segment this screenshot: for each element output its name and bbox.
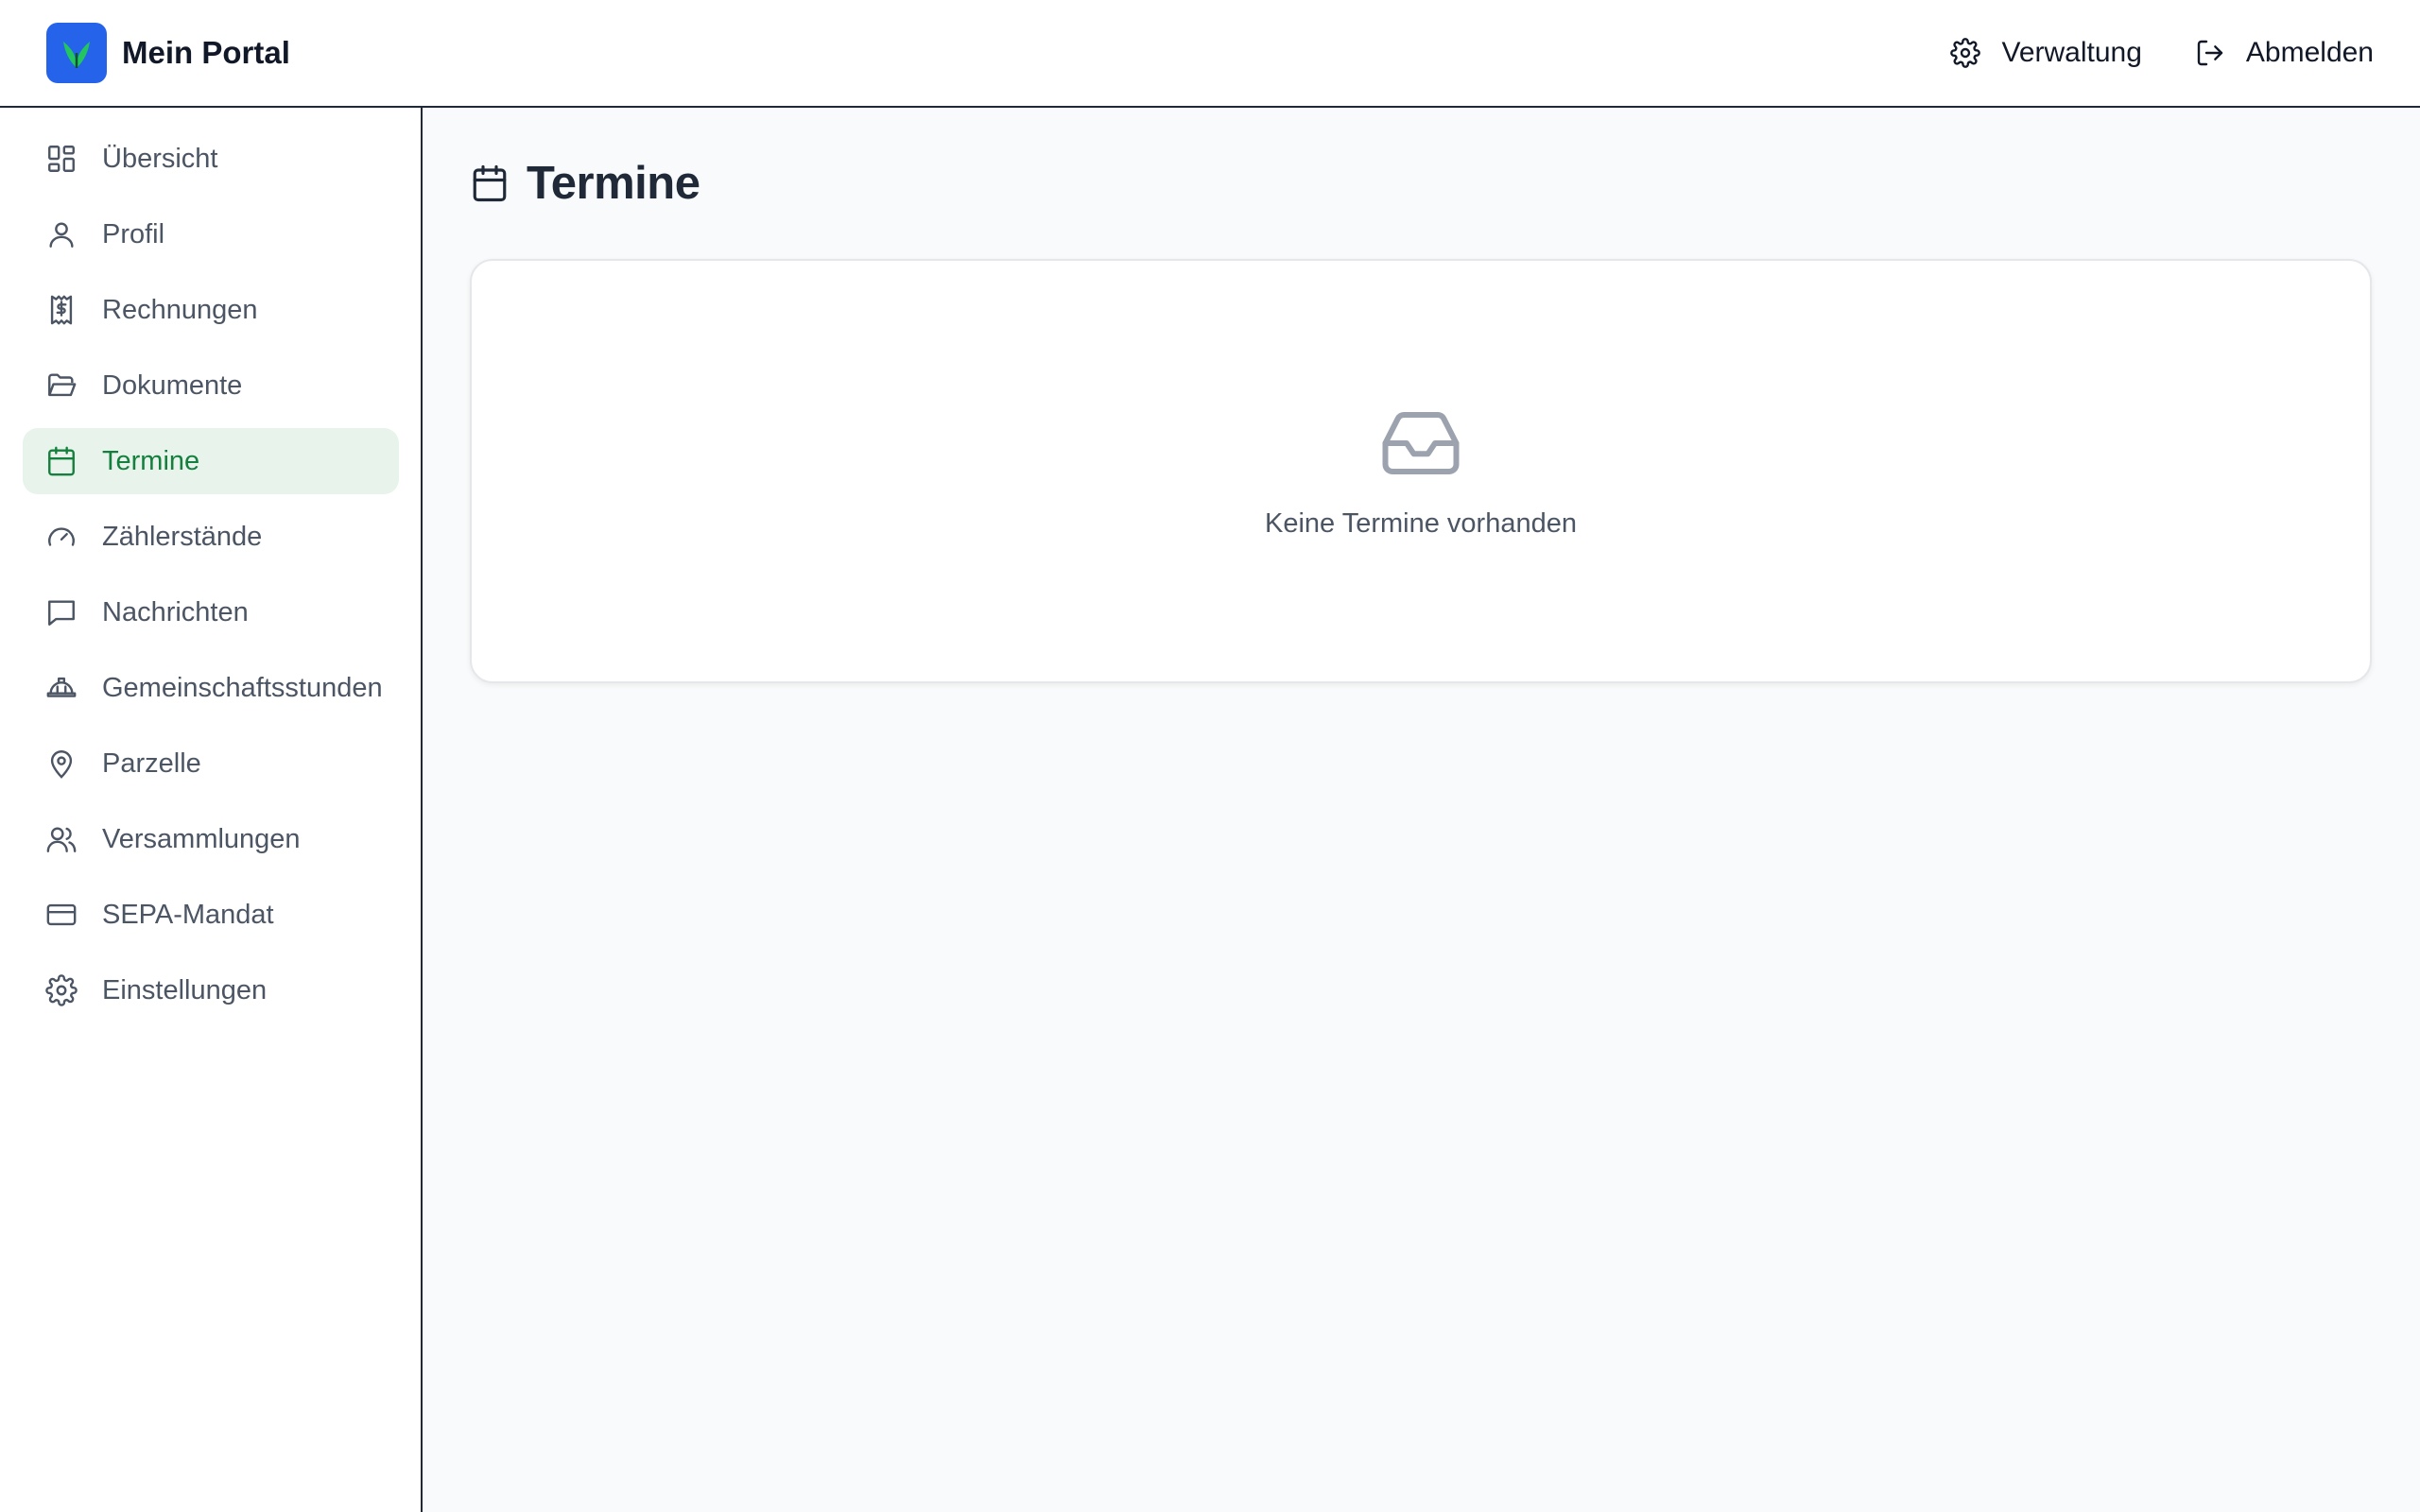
page-title: Termine [527, 158, 700, 209]
sidebar-item-label: Rechnungen [102, 294, 258, 325]
logo [46, 23, 107, 83]
receipt-icon [50, 295, 73, 325]
gear-icon [45, 974, 78, 1006]
sidebar-item-rechnungen[interactable]: Rechnungen [23, 277, 399, 343]
empty-message: Keine Termine vorhanden [1265, 508, 1577, 539]
admin-button[interactable]: Verwaltung [1950, 37, 2142, 69]
sidebar-item-label: Profil [102, 218, 165, 249]
main-content: Termine Keine Termine vorhanden [423, 108, 2420, 1512]
header-actions: Verwaltung Abmelden [1950, 37, 2374, 69]
sidebar-item-label: Versammlungen [102, 823, 301, 854]
logout-icon [2197, 40, 2223, 66]
sidebar-item-label: SEPA-Mandat [102, 899, 274, 930]
sidebar-item-versammlungen[interactable]: Versammlungen [23, 806, 399, 872]
admin-label: Verwaltung [2001, 37, 2142, 68]
sidebar-item-label: Dokumente [102, 369, 243, 401]
sidebar-item-label: Übersicht [102, 143, 218, 174]
grid-icon [48, 146, 75, 172]
hardhat-icon [46, 677, 77, 697]
leaf-logo-icon [63, 42, 90, 68]
sidebar-item-termine[interactable]: Termine [23, 428, 399, 494]
sidebar-item-label: Nachrichten [102, 596, 249, 627]
empty-state-card: Keine Termine vorhanden [470, 259, 2372, 683]
brand-name: Mein Portal [122, 35, 290, 70]
sidebar-item-label: Zählerstände [102, 521, 263, 552]
brand[interactable]: Mein Portal [46, 23, 290, 83]
sidebar-item-nachrichten[interactable]: Nachrichten [23, 579, 399, 645]
gauge-icon [48, 527, 75, 546]
map-pin-icon [50, 750, 73, 779]
users-icon [46, 827, 77, 852]
sidebar-item-label: Parzelle [102, 747, 201, 779]
sidebar-item-sepa-mandat[interactable]: SEPA-Mandat [23, 882, 399, 948]
top-header: Mein Portal Verwaltung Abmelden [0, 0, 2420, 108]
user-icon [49, 222, 74, 248]
sidebar-item-label: Termine [102, 445, 200, 476]
inbox-icon [1382, 412, 1460, 474]
sidebar: Übersicht Profil Rechnungen Dokumente Te… [0, 108, 423, 1512]
folder-icon [48, 373, 77, 397]
calendar-icon [473, 164, 507, 202]
logout-label: Abmelden [2245, 37, 2374, 68]
sidebar-item-dokumente[interactable]: Dokumente [23, 352, 399, 419]
sidebar-item-zaehlerstaende[interactable]: Zählerstände [23, 504, 399, 570]
credit-card-icon [46, 903, 77, 926]
gear-icon [1950, 38, 1981, 68]
sidebar-item-label: Einstellungen [102, 974, 268, 1005]
message-icon [48, 600, 75, 626]
sidebar-item-parzelle[interactable]: Parzelle [23, 730, 399, 797]
logout-button[interactable]: Abmelden [2195, 37, 2374, 69]
sidebar-item-einstellungen[interactable]: Einstellungen [23, 957, 399, 1023]
sidebar-item-label: Gemeinschaftsstunden [102, 672, 383, 703]
sidebar-item-profil[interactable]: Profil [23, 201, 399, 267]
sidebar-item-gemeinschaftsstunden[interactable]: Gemeinschaftsstunden [23, 655, 399, 721]
sidebar-item-uebersicht[interactable]: Übersicht [23, 126, 399, 192]
calendar-icon [48, 446, 75, 476]
page-header: Termine [470, 157, 700, 210]
